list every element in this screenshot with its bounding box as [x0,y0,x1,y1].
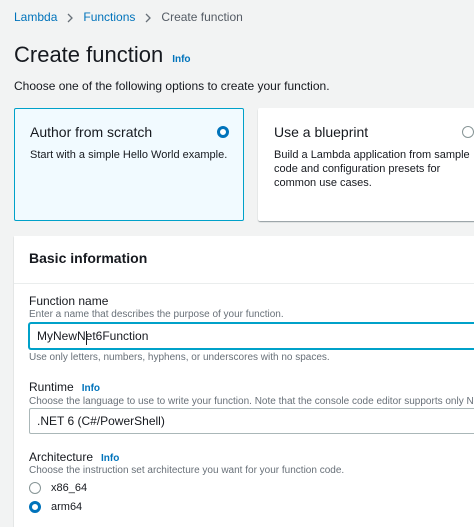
runtime-select[interactable]: .NET 6 (C#/PowerShell) [29,408,474,434]
option-radio-selected[interactable] [217,126,229,138]
runtime-selected-value: .NET 6 (C#/PowerShell) [37,414,165,428]
chevron-right-icon [135,10,161,24]
breadcrumb-functions[interactable]: Functions [83,10,135,24]
architecture-option-label: arm64 [51,501,83,513]
runtime-label: Runtime Info [29,380,100,394]
architecture-label: Architecture Info [29,450,119,464]
option-title: Use a blueprint [274,124,369,140]
architecture-option-arm64[interactable]: arm64 [29,501,82,513]
architecture-radio[interactable] [29,482,41,494]
runtime-description: Choose the language to use to write your… [29,396,474,407]
text-cursor [86,331,87,345]
create-function-page: Lambda Functions Create function Create … [0,0,474,527]
panel-header: Basic information [14,236,474,284]
chevron-right-icon [57,10,83,24]
architecture-option-label: x86_64 [51,482,88,494]
option-use-a-blueprint[interactable]: Use a blueprint Build a Lambda applicati… [258,108,474,221]
runtime-label-text: Runtime [29,380,74,394]
page-info-link[interactable]: Info [172,54,190,65]
option-radio[interactable] [462,126,474,138]
architecture-description: Choose the instruction set architecture … [29,465,345,476]
option-title: Author from scratch [30,124,153,140]
option-description: Build a Lambda application from sample c… [274,149,470,189]
function-name-label-text: Function name [29,294,109,308]
function-name-label: Function name [29,294,108,308]
runtime-info-link[interactable]: Info [82,383,100,394]
function-name-input[interactable] [29,323,474,349]
architecture-label-text: Architecture [29,450,94,464]
page-title: Create function [14,42,164,67]
function-name-description: Enter a name that describes the purpose … [29,309,284,320]
function-name-hint: Use only letters, numbers, hyphens, or u… [29,352,330,363]
basic-information-panel: Basic information Function name Enter a … [14,236,474,527]
architecture-info-link[interactable]: Info [101,453,119,464]
panel-title: Basic information [29,250,148,266]
page-title-row: Create function Info [14,42,191,68]
option-description: Start with a simple Hello World example. [30,149,228,161]
page-intro: Choose one of the following options to c… [14,79,330,93]
option-author-from-scratch[interactable]: Author from scratch Start with a simple … [14,108,244,221]
architecture-option-x86_64[interactable]: x86_64 [29,482,87,494]
architecture-radio-selected[interactable] [29,501,41,513]
breadcrumb-lambda[interactable]: Lambda [14,10,57,24]
breadcrumb-current: Create function [161,10,243,24]
breadcrumb: Lambda Functions Create function [14,10,243,24]
